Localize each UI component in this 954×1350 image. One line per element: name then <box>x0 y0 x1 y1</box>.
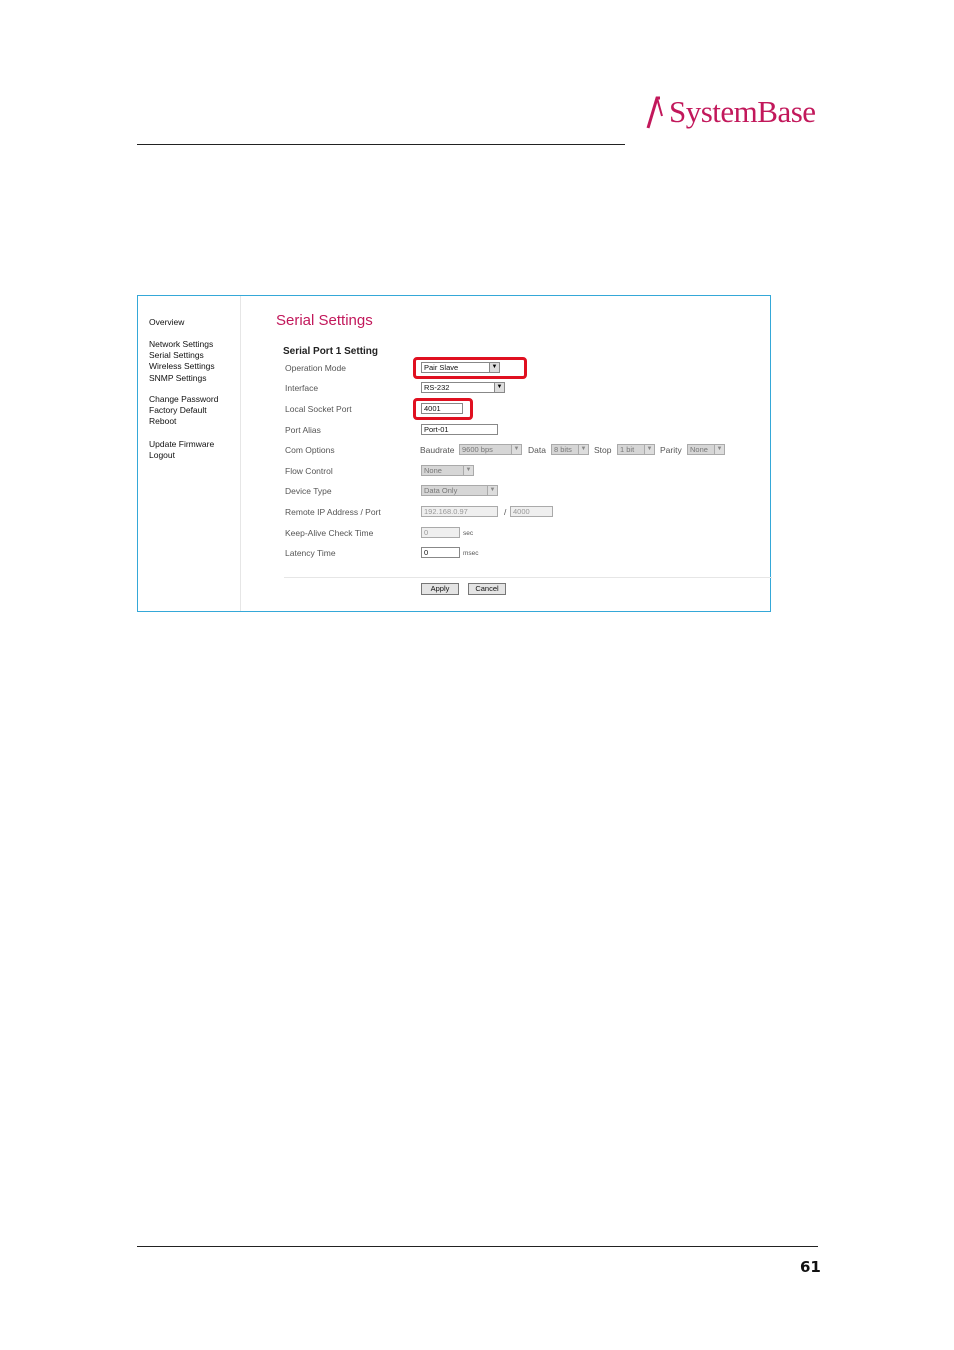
port-alias-input[interactable]: Port-01 <box>421 424 498 435</box>
local-socket-port-label: Local Socket Port <box>285 404 352 414</box>
sidebar: Overview Network Settings Serial Setting… <box>138 296 241 611</box>
sidebar-item-reboot[interactable]: Reboot <box>149 416 218 427</box>
chevron-down-icon: ▼ <box>463 466 473 475</box>
apply-button[interactable]: Apply <box>421 583 459 595</box>
row-local-socket-port: Local Socket Port 4001 <box>242 403 772 417</box>
sidebar-item-wireless-settings[interactable]: Wireless Settings <box>149 361 215 372</box>
remote-port-value: 4000 <box>513 507 530 516</box>
page-number: 61 <box>800 1258 821 1276</box>
keep-alive-value: 0 <box>424 528 429 537</box>
row-com-options: Com Options Baudrate 9600 bps ▼ Data 8 b… <box>242 444 772 458</box>
flow-control-label: Flow Control <box>285 466 333 476</box>
sidebar-item-serial-settings[interactable]: Serial Settings <box>149 350 215 361</box>
data-bits-select[interactable]: 8 bits ▼ <box>551 444 589 455</box>
sidebar-item-overview[interactable]: Overview <box>149 317 184 328</box>
keep-alive-unit: sec <box>463 530 474 537</box>
stop-bits-select[interactable]: 1 bit ▼ <box>617 444 655 455</box>
stop-bits-value: 1 bit <box>620 445 635 454</box>
data-bits-label: Data <box>528 445 546 455</box>
sidebar-item-network-settings[interactable]: Network Settings <box>149 339 215 350</box>
remote-port-input[interactable]: 4000 <box>510 506 553 517</box>
parity-select[interactable]: None ▼ <box>687 444 725 455</box>
row-port-alias: Port Alias Port-01 <box>242 424 772 438</box>
screenshot-frame: Overview Network Settings Serial Setting… <box>137 295 772 612</box>
row-interface: Interface RS-232 ▼ <box>242 382 772 396</box>
row-latency: Latency Time 0 msec <box>242 547 772 561</box>
chevron-down-icon: ▼ <box>644 445 654 454</box>
baudrate-select[interactable]: 9600 bps ▼ <box>459 444 522 455</box>
sidebar-item-change-password[interactable]: Change Password <box>149 394 218 405</box>
device-type-label: Device Type <box>285 486 332 496</box>
stop-bits-label: Stop <box>594 445 612 455</box>
main-content: Serial Settings Serial Port 1 Setting Op… <box>242 296 772 611</box>
com-options-label: Com Options <box>285 445 335 455</box>
operation-mode-label: Operation Mode <box>285 363 346 373</box>
nav-group-system: Change Password Factory Default Reboot <box>149 394 218 428</box>
sidebar-item-update-firmware[interactable]: Update Firmware <box>149 439 214 450</box>
chevron-down-icon: ▼ <box>578 445 588 454</box>
row-keep-alive: Keep-Alive Check Time 0 sec <box>242 527 772 541</box>
device-type-select[interactable]: Data Only ▼ <box>421 485 498 496</box>
interface-value: RS-232 <box>424 383 450 392</box>
device-type-value: Data Only <box>424 486 458 495</box>
page-title: Serial Settings <box>276 312 373 329</box>
sidebar-item-snmp-settings[interactable]: SNMP Settings <box>149 373 215 384</box>
flow-control-select[interactable]: None ▼ <box>421 465 474 476</box>
row-device-type: Device Type Data Only ▼ <box>242 485 772 499</box>
remote-ip-label: Remote IP Address / Port <box>285 507 381 517</box>
sidebar-item-factory-default[interactable]: Factory Default <box>149 405 218 416</box>
port-alias-value: Port-01 <box>424 425 449 434</box>
remote-ip-input[interactable]: 192.168.0.97 <box>421 506 498 517</box>
latency-input[interactable]: 0 <box>421 547 460 558</box>
nav-group-maintenance: Update Firmware Logout <box>149 439 214 461</box>
row-remote-ip: Remote IP Address / Port 192.168.0.97 / … <box>242 506 772 520</box>
header-rule <box>137 144 625 145</box>
remote-ip-separator: / <box>504 507 507 517</box>
baudrate-value: 9600 bps <box>462 445 493 454</box>
operation-mode-highlight <box>413 357 527 379</box>
section-title: Serial Port 1 Setting <box>283 346 379 357</box>
data-bits-value: 8 bits <box>554 445 572 454</box>
latency-label: Latency Time <box>285 548 336 558</box>
chevron-down-icon: ▼ <box>714 445 724 454</box>
logo-text: SystemBase <box>669 94 816 129</box>
nav-group-overview: Overview <box>149 317 184 328</box>
row-flow-control: Flow Control None ▼ <box>242 465 772 479</box>
chevron-down-icon: ▼ <box>511 445 521 454</box>
remote-ip-value: 192.168.0.97 <box>424 507 468 516</box>
keep-alive-label: Keep-Alive Check Time <box>285 528 374 538</box>
latency-value: 0 <box>424 548 429 557</box>
chevron-down-icon: ▼ <box>487 486 497 495</box>
parity-label: Parity <box>660 445 682 455</box>
footer-rule <box>137 1246 818 1247</box>
cancel-button[interactable]: Cancel <box>468 583 506 595</box>
flow-control-value: None <box>424 466 442 475</box>
sidebar-item-logout[interactable]: Logout <box>149 450 214 461</box>
interface-label: Interface <box>285 383 319 393</box>
chevron-down-icon: ▼ <box>494 383 504 392</box>
systembase-logo: SystemBase <box>646 92 816 132</box>
logo-mark-icon <box>646 96 663 129</box>
local-socket-port-highlight <box>413 398 473 420</box>
parity-value: None <box>690 445 708 454</box>
nav-group-settings: Network Settings Serial Settings Wireles… <box>149 339 215 384</box>
keep-alive-input[interactable]: 0 <box>421 527 460 538</box>
interface-select[interactable]: RS-232 ▼ <box>421 382 505 393</box>
baudrate-label: Baudrate <box>420 445 455 455</box>
latency-unit: msec <box>463 550 479 557</box>
port-alias-label: Port Alias <box>285 425 321 435</box>
button-divider <box>284 577 772 578</box>
